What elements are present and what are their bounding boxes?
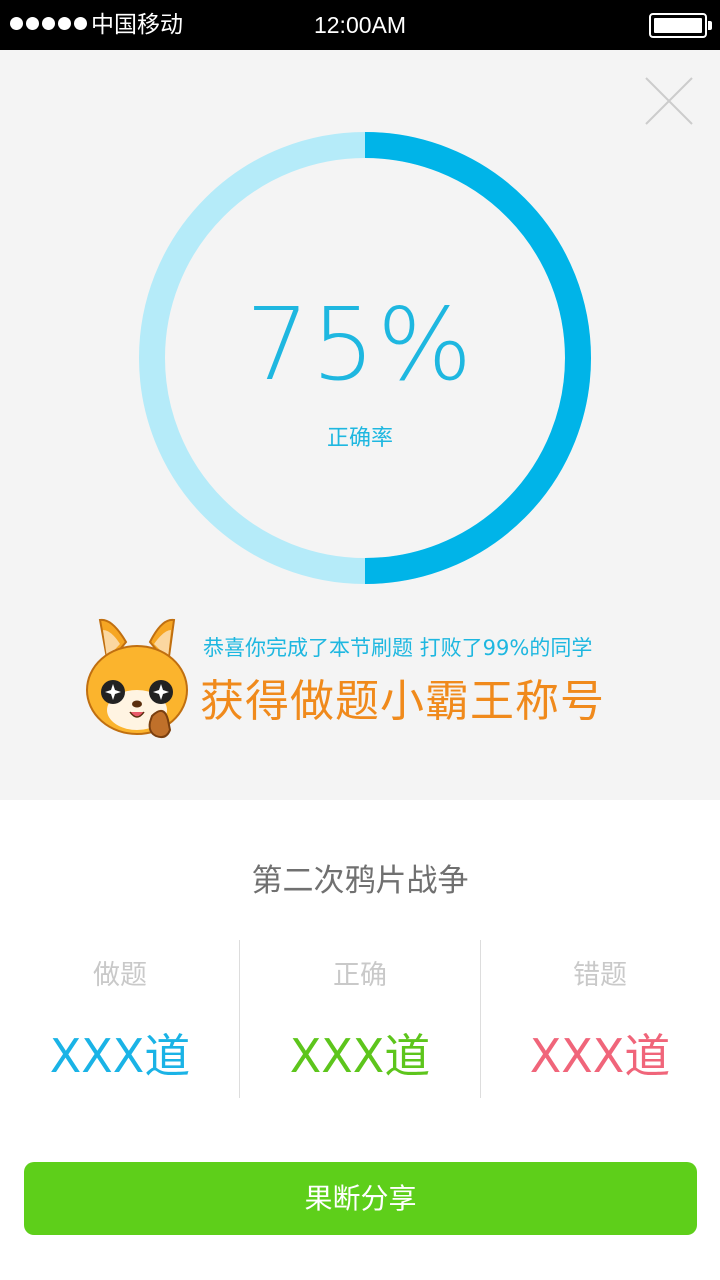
- battery-tip: [708, 21, 712, 30]
- stat-wrong-value: XXX道: [529, 1029, 671, 1083]
- accuracy-label: 正确率: [326, 426, 393, 451]
- lesson-title: 第二次鸦片战争: [251, 863, 469, 899]
- stat-wrong: 错题 XXX道: [480, 940, 720, 1098]
- close-icon[interactable]: [640, 72, 698, 130]
- status-time: 12:00AM: [313, 12, 407, 38]
- stat-correct-label: 正确: [333, 960, 387, 991]
- battery-icon: [649, 13, 712, 38]
- battery-fill: [654, 18, 702, 33]
- fox-mascot-icon: [86, 618, 188, 739]
- stat-correct: 正确 XXX道: [240, 940, 480, 1098]
- status-bar: 中国移动 12:00AM: [0, 0, 720, 50]
- stat-total-label: 做题: [93, 960, 147, 991]
- stat-correct-value: XXX道: [289, 1029, 431, 1083]
- stat-total-value: XXX道: [49, 1029, 191, 1083]
- share-button[interactable]: 果断分享: [24, 1162, 697, 1235]
- congrats-message: 恭喜你完成了本节刷题 打败了99%的同学: [203, 636, 593, 660]
- stat-wrong-label: 错题: [573, 960, 627, 991]
- stat-total: 做题 XXX道: [0, 940, 240, 1098]
- earned-title: 获得做题小霸王称号: [200, 676, 605, 727]
- accuracy-percent: 75%: [245, 286, 475, 403]
